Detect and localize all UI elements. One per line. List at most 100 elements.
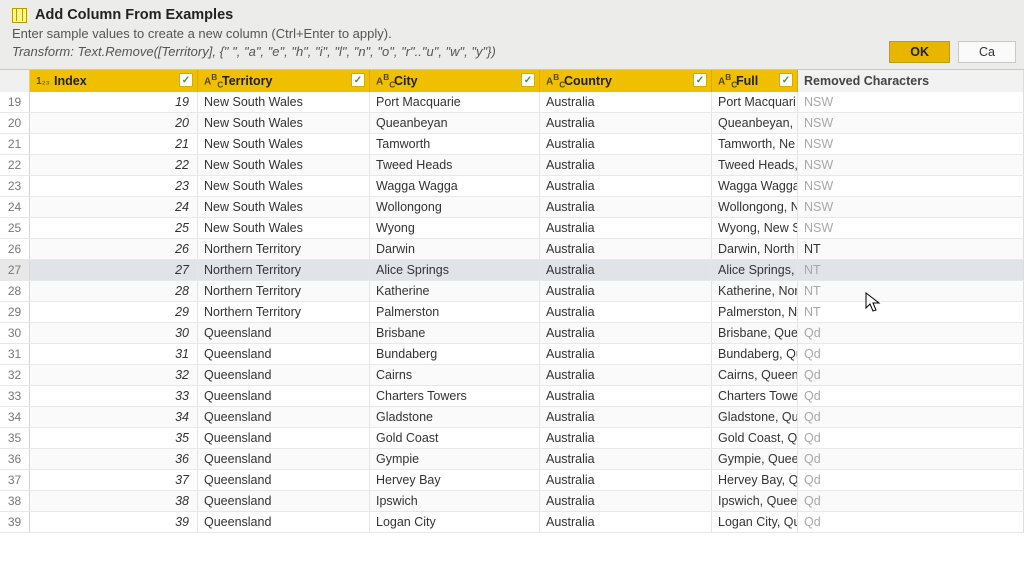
cell-index[interactable]: 26 xyxy=(30,239,198,259)
row-number[interactable]: 29 xyxy=(0,302,30,322)
cell-index[interactable]: 25 xyxy=(30,218,198,238)
cell-index[interactable]: 28 xyxy=(30,281,198,301)
cell-territory[interactable]: New South Wales xyxy=(198,197,370,217)
cell-example-input[interactable]: NT xyxy=(798,239,1024,259)
table-row[interactable]: 3434QueenslandGladstoneAustraliaGladston… xyxy=(0,407,1024,428)
cell-index[interactable]: 27 xyxy=(30,260,198,280)
cell-index[interactable]: 36 xyxy=(30,449,198,469)
cell-territory[interactable]: New South Wales xyxy=(198,134,370,154)
cell-example-input[interactable]: NT xyxy=(798,260,1024,280)
cell-territory[interactable]: New South Wales xyxy=(198,176,370,196)
cell-index[interactable]: 34 xyxy=(30,407,198,427)
row-number[interactable]: 21 xyxy=(0,134,30,154)
table-row[interactable]: 2222New South WalesTweed HeadsAustraliaT… xyxy=(0,155,1024,176)
cell-example-input[interactable]: NSW xyxy=(798,218,1024,238)
cell-full[interactable]: Brisbane, Que xyxy=(712,323,798,343)
cell-city[interactable]: Wyong xyxy=(370,218,540,238)
cell-city[interactable]: Port Macquarie xyxy=(370,92,540,112)
row-number[interactable]: 26 xyxy=(0,239,30,259)
cell-city[interactable]: Palmerston xyxy=(370,302,540,322)
table-row[interactable]: 2323New South WalesWagga WaggaAustraliaW… xyxy=(0,176,1024,197)
cell-country[interactable]: Australia xyxy=(540,92,712,112)
table-row[interactable]: 2121New South WalesTamworthAustraliaTamw… xyxy=(0,134,1024,155)
table-row[interactable]: 3737QueenslandHervey BayAustraliaHervey … xyxy=(0,470,1024,491)
row-gutter-header[interactable] xyxy=(0,70,30,92)
cell-example-input[interactable]: NT xyxy=(798,302,1024,322)
row-number[interactable]: 35 xyxy=(0,428,30,448)
cell-city[interactable]: Tamworth xyxy=(370,134,540,154)
cell-index[interactable]: 21 xyxy=(30,134,198,154)
table-row[interactable]: 1919New South WalesPort MacquarieAustral… xyxy=(0,92,1024,113)
row-number[interactable]: 36 xyxy=(0,449,30,469)
cell-territory[interactable]: Queensland xyxy=(198,344,370,364)
cell-country[interactable]: Australia xyxy=(540,197,712,217)
cell-example-input[interactable]: Qd xyxy=(798,407,1024,427)
cell-example-input[interactable]: Qd xyxy=(798,386,1024,406)
table-row[interactable]: 3131QueenslandBundabergAustraliaBundaber… xyxy=(0,344,1024,365)
column-header-newcolumn[interactable]: Removed Characters xyxy=(798,70,1024,92)
cell-territory[interactable]: Queensland xyxy=(198,407,370,427)
table-row[interactable]: 3636QueenslandGympieAustraliaGympie, Que… xyxy=(0,449,1024,470)
cell-example-input[interactable]: Qd xyxy=(798,449,1024,469)
cell-territory[interactable]: Queensland xyxy=(198,323,370,343)
cell-index[interactable]: 39 xyxy=(30,512,198,532)
cell-full[interactable]: Port Macquari xyxy=(712,92,798,112)
cell-full[interactable]: Gladstone, Qu xyxy=(712,407,798,427)
cell-index[interactable]: 31 xyxy=(30,344,198,364)
cell-full[interactable]: Tamworth, Ne xyxy=(712,134,798,154)
table-row[interactable]: 2020New South WalesQueanbeyanAustraliaQu… xyxy=(0,113,1024,134)
cell-example-input[interactable]: NSW xyxy=(798,176,1024,196)
cell-index[interactable]: 20 xyxy=(30,113,198,133)
cancel-button[interactable]: Ca xyxy=(958,41,1016,63)
cell-full[interactable]: Wagga Wagga, xyxy=(712,176,798,196)
cell-full[interactable]: Tweed Heads, xyxy=(712,155,798,175)
row-number[interactable]: 30 xyxy=(0,323,30,343)
cell-country[interactable]: Australia xyxy=(540,281,712,301)
row-number[interactable]: 38 xyxy=(0,491,30,511)
cell-city[interactable]: Bundaberg xyxy=(370,344,540,364)
row-number[interactable]: 33 xyxy=(0,386,30,406)
cell-country[interactable]: Australia xyxy=(540,407,712,427)
row-number[interactable]: 23 xyxy=(0,176,30,196)
cell-full[interactable]: Alice Springs, N xyxy=(712,260,798,280)
cell-index[interactable]: 35 xyxy=(30,428,198,448)
cell-country[interactable]: Australia xyxy=(540,302,712,322)
row-number[interactable]: 37 xyxy=(0,470,30,490)
cell-territory[interactable]: Queensland xyxy=(198,491,370,511)
cell-country[interactable]: Australia xyxy=(540,176,712,196)
cell-territory[interactable]: Queensland xyxy=(198,386,370,406)
cell-full[interactable]: Wyong, New S xyxy=(712,218,798,238)
row-number[interactable]: 25 xyxy=(0,218,30,238)
table-row[interactable]: 2727Northern TerritoryAlice SpringsAustr… xyxy=(0,260,1024,281)
cell-full[interactable]: Darwin, North xyxy=(712,239,798,259)
cell-city[interactable]: Logan City xyxy=(370,512,540,532)
table-row[interactable]: 3535QueenslandGold CoastAustraliaGold Co… xyxy=(0,428,1024,449)
cell-city[interactable]: Wollongong xyxy=(370,197,540,217)
cell-city[interactable]: Gympie xyxy=(370,449,540,469)
column-header-index[interactable]: 1₂₃ Index xyxy=(30,70,198,92)
cell-territory[interactable]: New South Wales xyxy=(198,113,370,133)
cell-country[interactable]: Australia xyxy=(540,365,712,385)
cell-city[interactable]: Wagga Wagga xyxy=(370,176,540,196)
cell-full[interactable]: Katherine, Nor xyxy=(712,281,798,301)
cell-city[interactable]: Katherine xyxy=(370,281,540,301)
cell-territory[interactable]: Queensland xyxy=(198,470,370,490)
cell-city[interactable]: Brisbane xyxy=(370,323,540,343)
cell-city[interactable]: Cairns xyxy=(370,365,540,385)
cell-index[interactable]: 19 xyxy=(30,92,198,112)
table-row[interactable]: 3030QueenslandBrisbaneAustraliaBrisbane,… xyxy=(0,323,1024,344)
ok-button[interactable]: OK xyxy=(889,41,950,63)
cell-territory[interactable]: Northern Territory xyxy=(198,281,370,301)
cell-example-input[interactable]: Qd xyxy=(798,428,1024,448)
cell-country[interactable]: Australia xyxy=(540,113,712,133)
column-header-territory[interactable]: ABC Territory xyxy=(198,70,370,92)
cell-full[interactable]: Charters Towe xyxy=(712,386,798,406)
row-number[interactable]: 28 xyxy=(0,281,30,301)
cell-country[interactable]: Australia xyxy=(540,512,712,532)
cell-example-input[interactable]: Qd xyxy=(798,491,1024,511)
cell-country[interactable]: Australia xyxy=(540,260,712,280)
row-number[interactable]: 22 xyxy=(0,155,30,175)
cell-example-input[interactable]: Qd xyxy=(798,344,1024,364)
cell-full[interactable]: Queanbeyan, N xyxy=(712,113,798,133)
cell-full[interactable]: Cairns, Queens xyxy=(712,365,798,385)
